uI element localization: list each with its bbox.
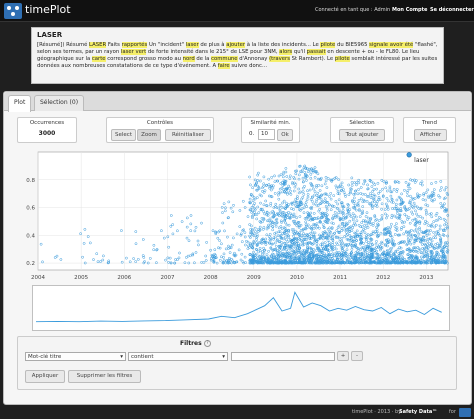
apply-filters-button[interactable]: Appliquer [25,370,65,383]
tab-plot[interactable]: Plot [8,95,32,112]
top-navbar: timePlot Connecté en tant que : Admin Mo… [0,0,474,22]
connected-as-text: Connecté en tant que : Admin [315,7,391,13]
chevron-down-icon: ▾ [222,354,225,360]
x-tick-label: 2006 [117,275,131,281]
x-tick-label: 2011 [333,275,347,281]
logout-link[interactable]: Se déconnecter [430,7,474,13]
add-filter-button[interactable]: + [337,351,349,361]
highlighted-term: commune [211,56,238,62]
chevron-down-icon: ▾ [120,354,123,360]
trend-title: Trend [421,120,438,126]
controls-box: Contrôles Select Zoom Réinitialiser [106,117,214,143]
document-preview: LASER [Résumé]) Résumé LASER Faits rappo… [31,27,444,84]
highlighted-term: carte [91,56,106,62]
filter-text-input[interactable] [231,352,335,361]
highlighted-term: faire [217,63,230,69]
highlighted-term: passait [306,49,326,55]
reset-button[interactable]: Réinitialiser [165,129,211,141]
occurrences-count: 3000 [38,130,56,137]
document-text: suivre donc... [229,63,268,69]
footer-brand[interactable]: Safety Data™ [399,409,437,415]
highlighted-term: laser vert [120,49,147,55]
footer: timePlot · 2013 · by Safety Data™ for [0,407,474,419]
scatter-chart[interactable]: 2004 2005 2006 2007 2008 2009 2010 2011 2012 2013… [16,147,456,287]
app-brand[interactable]: timePlot [25,3,71,16]
highlighted-term: pilote [320,42,336,48]
highlighted-term: (travers [269,56,290,62]
x-tick-label: 2004 [31,275,45,281]
filters-box: Filtres ? Mot-clé titre ▾ contient ▾ + - A… [17,336,457,390]
document-text: d'Annonay [237,56,270,62]
y-tick-label: 0.2 [26,261,35,267]
similarity-box: Similarité min. 0. 10 Ok [241,117,300,143]
my-account-link[interactable]: Mon Compte [392,7,427,13]
footer-logo-icon [459,408,471,417]
clear-filters-button[interactable]: Supprimer les filtres [68,370,141,383]
filter-operator-select[interactable]: contient ▾ [128,352,228,361]
document-body: [Résumé]) Résumé LASER Faits rapportés U… [37,42,442,70]
trend-box: Trend Afficher [403,117,456,143]
highlighted-term: ajouter [226,42,246,48]
tab-selection[interactable]: Sélection (0) [34,95,85,111]
x-tick-label: 2005 [74,275,88,281]
document-text: Un "incident" [147,42,186,48]
zoom-mode-button[interactable]: Zoom [137,129,161,141]
help-icon[interactable]: ? [204,340,211,347]
document-text: St Rambert). Le [289,56,335,62]
x-tick-label: 2008 [204,275,218,281]
main-panel: Plot Sélection (0) Occurrences 3000 Cont… [3,91,472,405]
similarity-ok-button[interactable]: Ok [277,129,293,141]
select-mode-button[interactable]: Select [111,129,136,141]
footer-for: for [449,409,456,415]
x-tick-label: 2012 [376,275,390,281]
occurrences-box: Occurrences 3000 [17,117,77,143]
y-tick-label: 0.4 [26,233,35,239]
document-text: qu'il [292,49,307,55]
highlighted-term: nord [182,56,195,62]
document-text: de la [194,56,212,62]
similarity-prefix: 0. [249,131,255,137]
highlighted-term: rapportés [121,42,148,48]
selection-box: Sélection Tout ajouter [330,117,394,143]
filter-field-value: Mot-clé titre [28,354,62,360]
controls-title: Contrôles [146,120,174,126]
footer-text: timePlot · 2013 · by [352,409,402,415]
highlighted-point-label: laser [414,157,429,164]
highlighted-term: signale avoir été [369,42,414,48]
document-text: à la liste des incidents... Le [245,42,321,48]
y-tick-label: 0.6 [26,206,35,212]
tab-bar: Plot Sélection (0) [4,92,471,112]
highlighted-term: pilote [334,56,350,62]
app-logo-icon [4,3,22,19]
highlighted-point[interactable] [406,152,412,158]
remove-filter-button[interactable]: - [351,351,363,361]
document-text: du BIE5965 [335,42,370,48]
document-title: LASER [37,31,63,39]
highlighted-term: LASER [89,42,107,48]
document-text: Faits [106,42,122,48]
document-text: correspond grosso modo au [105,56,183,62]
highlighted-term: laser [185,42,199,48]
filter-operator-value: contient [131,354,154,360]
x-tick-label: 2007 [160,275,174,281]
show-trend-button[interactable]: Afficher [414,129,447,141]
overview-area [32,285,450,331]
document-text: de plus à [198,42,227,48]
highlighted-term: alors [279,49,293,55]
document-text: de forte intensité dans le 215° de LSE p… [146,49,280,55]
x-tick-label: 2009 [247,275,261,281]
x-tick-label: 2013 [419,275,433,281]
filters-title: Filtres [180,340,202,347]
x-tick-label: 2010 [290,275,304,281]
document-text: [Résumé]) Résumé [37,42,90,48]
overview-chart[interactable] [32,285,450,331]
similarity-title: Similarité min. [250,120,291,126]
filter-field-select[interactable]: Mot-clé titre ▾ [25,352,126,361]
occurrences-title: Occurrences [29,120,65,126]
selection-title: Sélection [349,120,375,126]
y-tick-label: 0.8 [26,178,35,184]
add-all-button[interactable]: Tout ajouter [339,129,385,141]
similarity-input[interactable]: 10 [258,129,275,140]
